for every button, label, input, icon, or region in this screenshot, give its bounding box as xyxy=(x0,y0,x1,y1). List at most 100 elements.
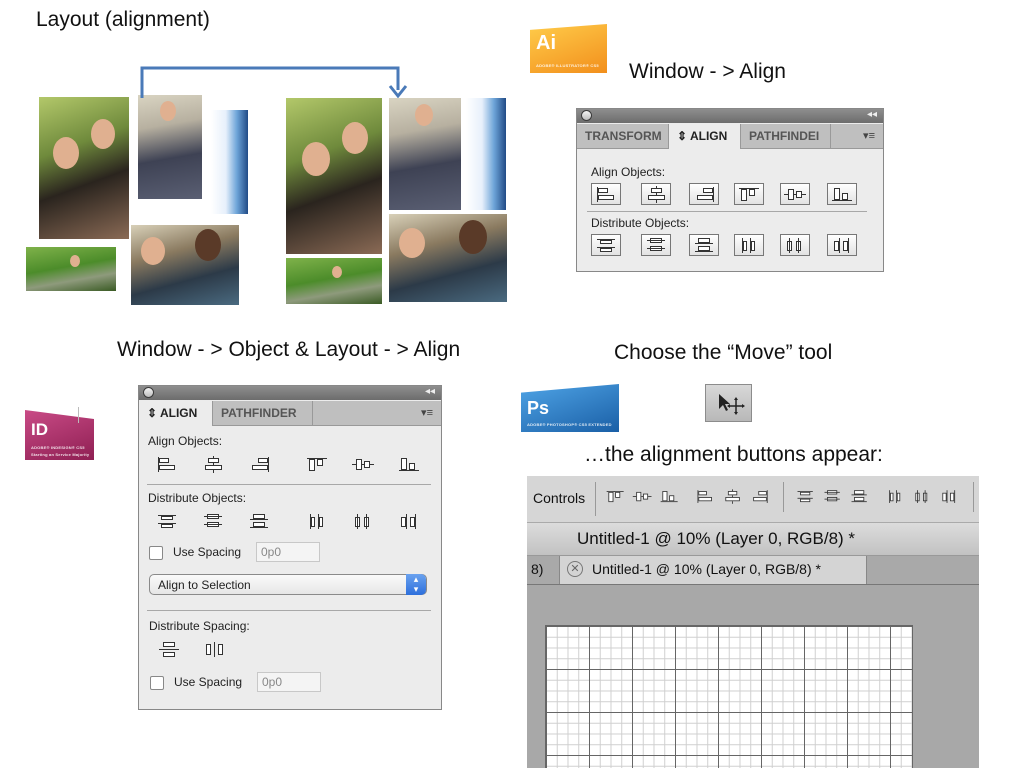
distribute-spacing-label: Distribute Spacing: xyxy=(149,619,250,633)
panel-titlebar[interactable]: ◂◂ xyxy=(577,109,883,123)
align-objects-label: Align Objects: xyxy=(591,165,666,179)
tab-align[interactable]: ⇕ ALIGN xyxy=(669,124,741,149)
tab-pathfinder[interactable]: PATHFINDER xyxy=(213,401,313,425)
align-horizontal-center-button[interactable] xyxy=(199,454,229,476)
align-top-button[interactable] xyxy=(603,488,629,507)
distribute-horizontal-center-button[interactable] xyxy=(349,511,379,533)
distribute-bottom-button[interactable] xyxy=(689,234,719,256)
dropdown-arrows-icon[interactable]: ▴ ▾ xyxy=(406,574,426,595)
photoshop-options-bar: Controls xyxy=(527,476,979,523)
close-icon[interactable] xyxy=(143,387,154,398)
distribute-left-button[interactable] xyxy=(734,234,764,256)
align-top-button[interactable] xyxy=(734,183,764,205)
photo-couple xyxy=(39,97,129,239)
panel-tabs: ⇕ ALIGN PATHFINDER ▾≡ xyxy=(139,401,441,426)
distribute-right-button[interactable] xyxy=(395,511,425,533)
distribute-objects-label: Distribute Objects: xyxy=(148,491,247,505)
distribute-top-button[interactable] xyxy=(591,234,621,256)
align-top-button[interactable] xyxy=(303,454,333,476)
illustrator-logo-letters: Ai xyxy=(536,32,556,54)
panel-tabs: TRANSFORM ⇕ ALIGN PATHFINDEI ▾≡ xyxy=(577,124,883,149)
photoshop-logo-subtitle: ADOBE® PHOTOSHOP® CS5 EXTENDED xyxy=(527,422,612,427)
document-canvas-area xyxy=(527,585,979,768)
distribute-right-button[interactable] xyxy=(937,488,963,507)
panel-divider xyxy=(147,610,431,611)
indesign-logo-subtitle: ADOBE® INDESIGN® CS5 xyxy=(31,445,85,450)
photo-man-standing xyxy=(389,98,461,210)
distribute-spacing-vertical-button[interactable] xyxy=(155,639,185,661)
distribute-top-button[interactable] xyxy=(793,488,819,507)
panel-divider xyxy=(147,484,431,485)
align-bottom-button[interactable] xyxy=(395,454,425,476)
move-tool-button[interactable] xyxy=(705,384,752,422)
panel-divider xyxy=(587,211,867,212)
align-vertical-center-button[interactable] xyxy=(349,454,379,476)
distribute-vertical-center-button[interactable] xyxy=(199,511,229,533)
document-canvas-grid[interactable] xyxy=(545,625,913,768)
photoshop-logo-icon: Ps ADOBE® PHOTOSHOP® CS5 EXTENDED xyxy=(521,384,619,432)
indesign-logo-tagline: Starting an Service Majority xyxy=(31,452,90,457)
photo-man-standing xyxy=(138,95,202,199)
align-horizontal-center-button[interactable] xyxy=(641,183,671,205)
align-right-button[interactable] xyxy=(689,183,719,205)
align-objects-label: Align Objects: xyxy=(148,434,223,448)
panel-menu-icon[interactable]: ▾≡ xyxy=(421,406,433,419)
close-tab-icon[interactable]: ✕ xyxy=(567,561,583,577)
align-left-button[interactable] xyxy=(153,454,183,476)
toolbar-separator xyxy=(973,482,974,512)
use-spacing-checkbox-2[interactable] xyxy=(150,676,164,690)
distribute-objects-label: Distribute Objects: xyxy=(591,216,690,230)
collage-arrow xyxy=(140,66,408,99)
tab-active-label: Untitled-1 @ 10% (Layer 0, RGB/8) * xyxy=(592,561,821,577)
illustrator-logo-icon: Ai ADOBE® ILLUSTRATOR® CS5 xyxy=(530,24,607,73)
indesign-logo-divider xyxy=(78,407,79,423)
align-left-button[interactable] xyxy=(693,488,719,507)
distribute-left-button[interactable] xyxy=(303,511,333,533)
photoshop-result-caption: …the alignment buttons appear: xyxy=(584,443,883,466)
use-spacing-input[interactable]: 0p0 xyxy=(256,542,320,562)
distribute-vertical-center-button[interactable] xyxy=(641,234,671,256)
align-horizontal-center-button[interactable] xyxy=(720,488,746,507)
distribute-bottom-button[interactable] xyxy=(847,488,873,507)
distribute-spacing-horizontal-button[interactable] xyxy=(201,639,231,661)
distribute-horizontal-center-button[interactable] xyxy=(780,234,810,256)
panel-titlebar[interactable]: ◂◂ xyxy=(139,386,441,400)
align-vertical-center-button[interactable] xyxy=(630,488,656,507)
use-spacing-checkbox[interactable] xyxy=(149,546,163,560)
photo-lab-glass xyxy=(466,98,506,210)
document-title: Untitled-1 @ 10% (Layer 0, RGB/8) * xyxy=(577,529,856,548)
panel-menu-icon[interactable]: ▾≡ xyxy=(863,129,875,142)
tab-transform[interactable]: TRANSFORM xyxy=(577,124,669,148)
align-to-dropdown[interactable]: Align to Selection ▴ ▾ xyxy=(149,574,427,595)
align-left-button[interactable] xyxy=(591,183,621,205)
photoshop-instruction: Choose the “Move” tool xyxy=(614,341,833,364)
photo-woman-grass xyxy=(286,258,382,304)
distribute-top-button[interactable] xyxy=(153,511,183,533)
distribute-right-button[interactable] xyxy=(827,234,857,256)
align-right-button[interactable] xyxy=(245,454,275,476)
illustrator-logo-subtitle: ADOBE® ILLUSTRATOR® CS5 xyxy=(536,63,599,68)
align-to-value: Align to Selection xyxy=(158,578,251,592)
tab-previous-document[interactable]: 8) xyxy=(531,561,543,577)
collapse-icon[interactable]: ◂◂ xyxy=(867,109,877,120)
align-bottom-button[interactable] xyxy=(657,488,683,507)
photoshop-logo-letters: Ps xyxy=(527,398,550,418)
align-bottom-button[interactable] xyxy=(827,183,857,205)
distribute-vertical-center-button[interactable] xyxy=(820,488,846,507)
close-icon[interactable] xyxy=(581,110,592,121)
tab-active-document[interactable]: ✕ Untitled-1 @ 10% (Layer 0, RGB/8) * xyxy=(559,556,867,584)
align-vertical-center-button[interactable] xyxy=(780,183,810,205)
document-window-title: Untitled-1 @ 10% (Layer 0, RGB/8) * xyxy=(527,523,979,556)
toolbar-separator xyxy=(595,482,596,516)
indesign-menu-path: Window - > Object & Layout - > Align xyxy=(117,338,461,361)
distribute-horizontal-center-button[interactable] xyxy=(910,488,936,507)
slide-title: Layout (alignment) xyxy=(36,8,210,31)
distribute-left-button[interactable] xyxy=(883,488,909,507)
distribute-bottom-button[interactable] xyxy=(245,511,275,533)
photo-couple xyxy=(286,98,382,254)
use-spacing-input-2[interactable]: 0p0 xyxy=(257,672,321,692)
collapse-icon[interactable]: ◂◂ xyxy=(425,386,435,397)
tab-align[interactable]: ⇕ ALIGN xyxy=(139,401,213,426)
tab-pathfinder[interactable]: PATHFINDEI xyxy=(741,124,831,148)
align-right-button[interactable] xyxy=(747,488,773,507)
